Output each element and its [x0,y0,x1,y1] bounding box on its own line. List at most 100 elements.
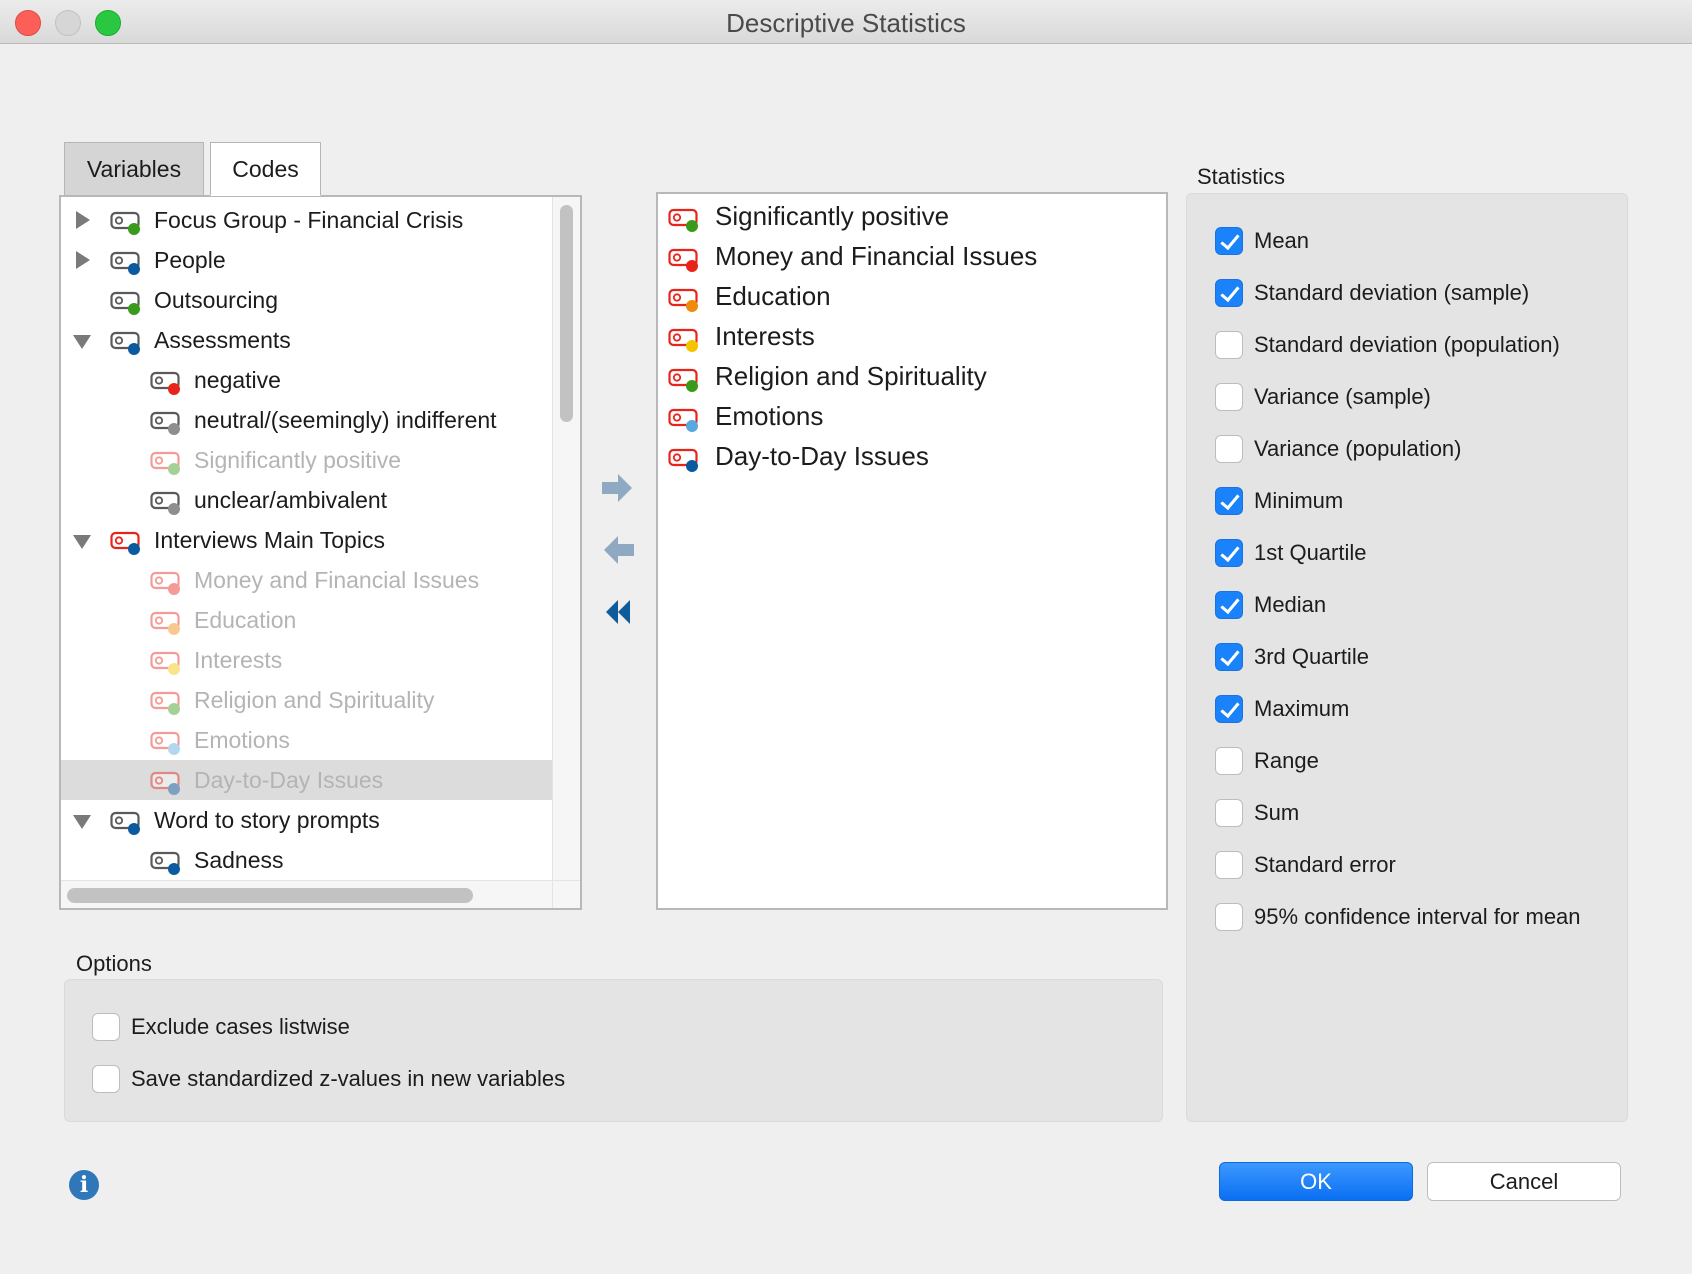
checkbox[interactable] [1215,539,1243,567]
tree-item-label: Interviews Main Topics [154,527,385,553]
scroll-corner [552,880,580,908]
checkbox-label: Minimum [1254,488,1344,513]
checkbox[interactable] [1215,279,1243,307]
checkbox[interactable] [1215,227,1243,255]
tree-item-education[interactable]: Education [61,600,552,640]
checkbox[interactable] [1215,695,1243,723]
tree-item-sadness[interactable]: Sadness [61,840,552,880]
selected-item-day-to-day-issues[interactable]: Day-to-Day Issues [658,436,1166,476]
double-chevron-left-icon [606,600,630,624]
tree-item-neutral-seemingly-indifferent[interactable]: neutral/(seemingly) indifferent [61,400,552,440]
tree-item-people[interactable]: People [61,240,552,280]
tree-item-label: Word to story prompts [154,807,380,833]
checkbox[interactable] [1215,435,1243,463]
checkbox[interactable] [1215,903,1243,931]
selected-codes-list[interactable]: Significantly positive Money and Financia… [656,192,1168,910]
tree-item-label: negative [194,367,281,393]
code-icon [150,408,184,435]
tab-codes[interactable]: Codes [210,142,321,196]
checkbox-label: Variance (sample) [1254,384,1431,409]
checkbox[interactable] [1215,383,1243,411]
statistics-group: Mean Standard deviation (sample) Standard … [1186,193,1628,1122]
code-icon [150,728,184,755]
tree-item-label: Assessments [154,327,291,353]
code-icon [110,528,144,555]
tree-item-outsourcing[interactable]: Outsourcing [61,280,552,320]
tree-item-religion-and-spirituality[interactable]: Religion and Spirituality [61,680,552,720]
checkbox[interactable] [1215,799,1243,827]
code-icon [150,648,184,675]
vertical-scroll-thumb[interactable] [560,205,573,422]
checkbox-label: Standard deviation (population) [1254,332,1560,357]
checkbox[interactable] [1215,591,1243,619]
checkbox-label: Maximum [1254,696,1350,721]
disclosure-expanded-icon[interactable] [73,335,91,349]
tree-item-day-to-day-issues[interactable]: Day-to-Day Issues [61,760,552,800]
tree-item-unclear-ambivalent[interactable]: unclear/ambivalent [61,480,552,520]
code-icon [110,808,144,835]
horizontal-scroll-thumb[interactable] [67,888,473,903]
selected-item-significantly-positive[interactable]: Significantly positive [658,196,1166,236]
checkbox[interactable] [92,1065,120,1093]
code-icon [150,768,184,795]
checkbox-label: Mean [1254,228,1310,253]
tree-item-label: Significantly positive [194,447,402,473]
add-to-selection-button[interactable] [598,470,638,506]
title-bar: Descriptive Statistics [0,0,1692,44]
checkbox-label: Sum [1254,800,1300,825]
window-title: Descriptive Statistics [726,8,966,38]
remove-from-selection-button[interactable] [598,532,638,568]
tree-item-focus-group-financial-crisis[interactable]: Focus Group - Financial Crisis [61,200,552,240]
tree-item-word-to-story-prompts[interactable]: Word to story prompts [61,800,552,840]
disclosure-collapsed-icon[interactable] [76,251,90,269]
tree-item-label: Religion and Spirituality [194,687,435,713]
code-tree[interactable]: Focus Group - Financial Crisis People Outs… [59,195,582,910]
tree-item-emotions[interactable]: Emotions [61,720,552,760]
code-icon [668,444,702,472]
checkbox[interactable] [92,1013,120,1041]
checkbox-label: Save standardized z-values in new variab… [131,1066,566,1091]
selected-item-money-and-financial-issues[interactable]: Money and Financial Issues [658,236,1166,276]
disclosure-expanded-icon[interactable] [73,535,91,549]
tree-item-label: Day-to-Day Issues [194,767,384,793]
code-icon [668,284,702,312]
checkbox-label: 1st Quartile [1254,540,1367,565]
checkbox[interactable] [1215,643,1243,671]
disclosure-expanded-icon[interactable] [73,815,91,829]
tree-item-money-and-financial-issues[interactable]: Money and Financial Issues [61,560,552,600]
remove-all-button[interactable] [598,594,638,630]
ok-button[interactable]: OK [1219,1162,1413,1201]
tree-item-label: Interests [194,647,283,673]
checkbox-label: Variance (population) [1254,436,1462,461]
tree-item-assessments[interactable]: Assessments [61,320,552,360]
disclosure-collapsed-icon[interactable] [76,211,90,229]
selected-item-religion-and-spirituality[interactable]: Religion and Spirituality [658,356,1166,396]
tree-item-label: People [154,247,226,273]
code-icon [150,848,184,875]
options-group: Exclude cases listwise Save standardized … [64,979,1163,1122]
selected-item-emotions[interactable]: Emotions [658,396,1166,436]
checkbox-label: Median [1254,592,1327,617]
checkbox[interactable] [1215,487,1243,515]
tree-item-label: Sadness [194,847,284,873]
tree-item-label: Education [194,607,297,633]
cancel-button[interactable]: Cancel [1427,1162,1621,1201]
statistics-heading: Statistics [1197,164,1286,189]
arrow-left-icon [604,536,634,564]
selected-item-label: Emotions [715,401,824,431]
tab-variables[interactable]: Variables [64,142,204,196]
checkbox[interactable] [1215,851,1243,879]
tree-item-interviews-main-topics[interactable]: Interviews Main Topics [61,520,552,560]
tree-item-negative[interactable]: negative [61,360,552,400]
tree-item-label: Money and Financial Issues [194,567,480,593]
selected-item-education[interactable]: Education [658,276,1166,316]
selected-item-label: Day-to-Day Issues [715,441,929,471]
checkbox-label: Standard error [1254,852,1396,877]
info-icon[interactable]: i [69,1170,99,1200]
tree-item-interests[interactable]: Interests [61,640,552,680]
selected-item-label: Education [715,281,831,311]
checkbox[interactable] [1215,747,1243,775]
selected-item-interests[interactable]: Interests [658,316,1166,356]
tree-item-significantly-positive[interactable]: Significantly positive [61,440,552,480]
checkbox[interactable] [1215,331,1243,359]
